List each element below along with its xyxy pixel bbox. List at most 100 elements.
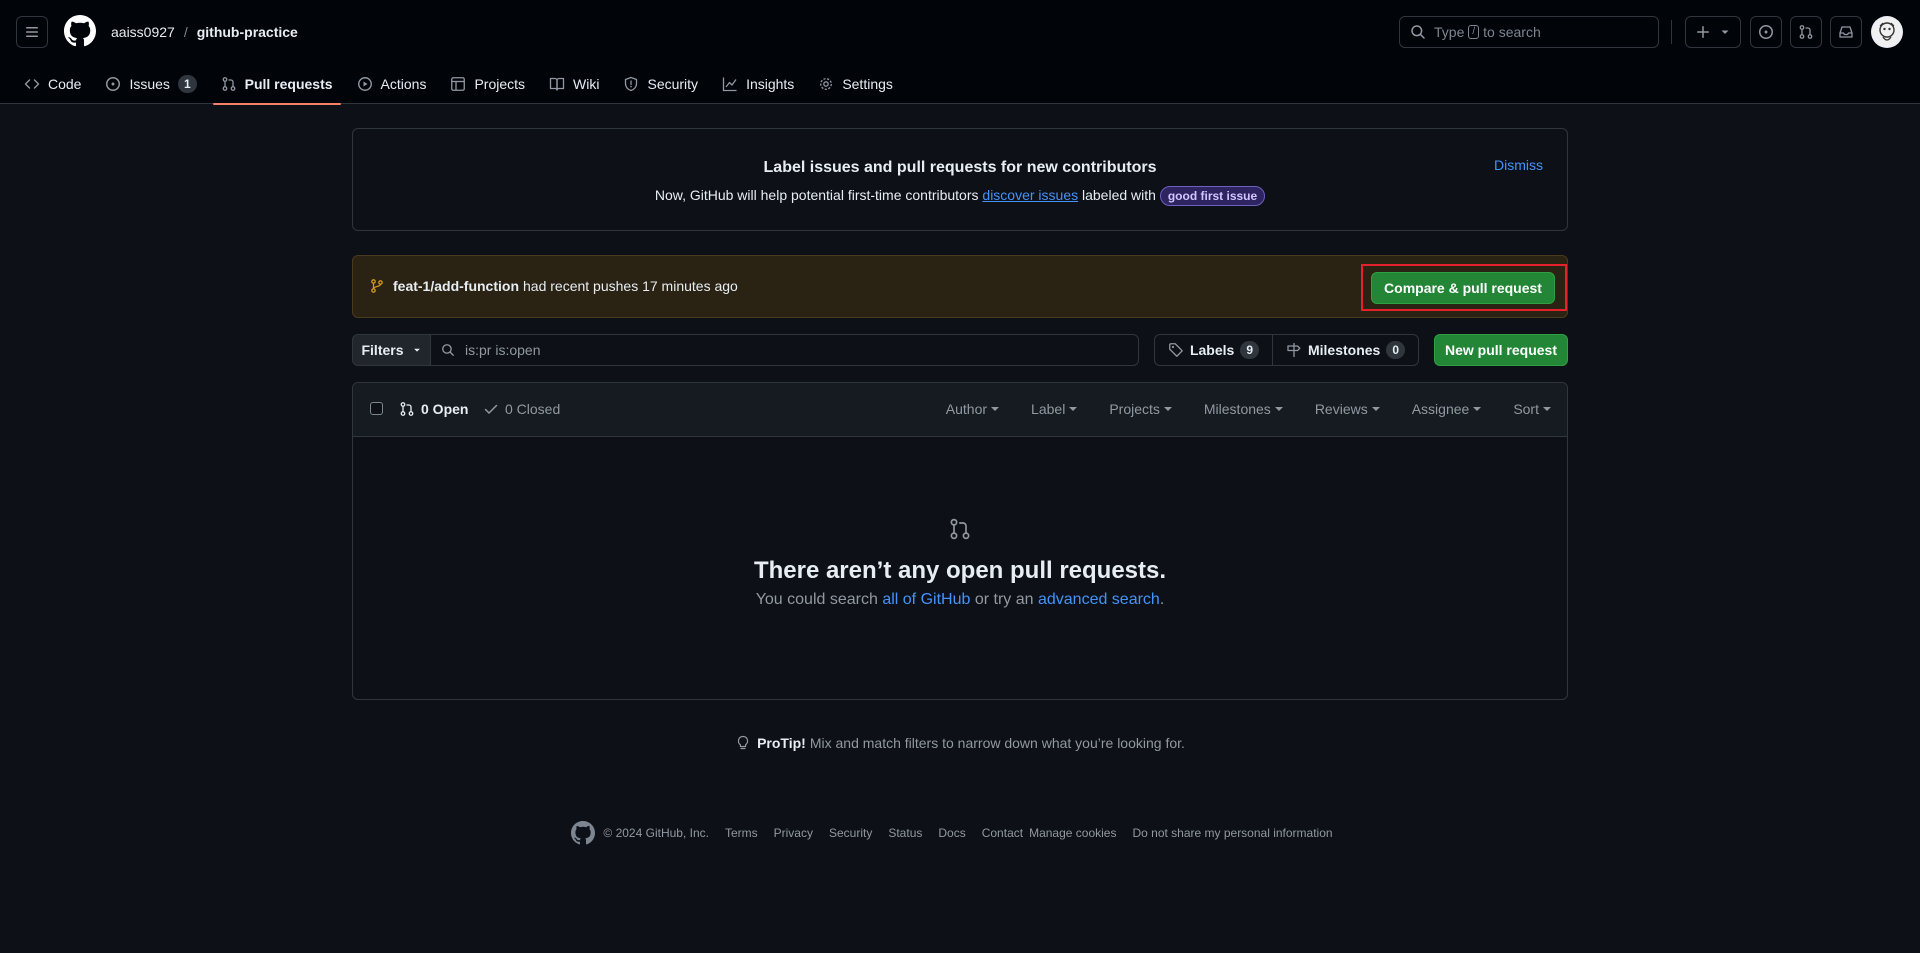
select-all-checkbox[interactable] xyxy=(370,402,383,415)
reviews-dropdown[interactable]: Reviews xyxy=(1315,401,1380,417)
tab-pull-requests[interactable]: Pull requests xyxy=(212,64,341,105)
new-pull-request-button[interactable]: New pull request xyxy=(1434,334,1568,366)
breadcrumb-repo-link[interactable]: github-practice xyxy=(197,24,298,40)
footer-link-manage-cookies[interactable]: Manage cookies xyxy=(1029,826,1116,840)
empty-state-subtitle: You could search all of GitHub or try an… xyxy=(353,591,1567,609)
labels-button[interactable]: Labels 9 xyxy=(1155,335,1273,365)
search-shortcut-key: / xyxy=(1468,25,1480,39)
global-header: aaiss0927 / github-practice Type / to se… xyxy=(0,0,1920,105)
good-first-issue-label[interactable]: good first issue xyxy=(1159,186,1266,206)
footer-link-terms[interactable]: Terms xyxy=(725,826,758,840)
projects-dropdown[interactable]: Projects xyxy=(1109,401,1172,417)
tab-issues[interactable]: Issues 1 xyxy=(97,64,204,104)
issues-count-badge: 1 xyxy=(177,75,197,93)
github-logo-icon[interactable] xyxy=(571,821,596,845)
tab-projects-label: Projects xyxy=(474,76,526,92)
footer-copyright: © 2024 GitHub, Inc. xyxy=(603,826,709,840)
footer-link-docs[interactable]: Docs xyxy=(938,826,965,840)
label-dropdown-label: Label xyxy=(1031,401,1066,417)
assignee-dropdown-label: Assignee xyxy=(1411,401,1470,417)
graph-icon xyxy=(722,77,737,92)
tab-insights[interactable]: Insights xyxy=(714,64,802,104)
git-branch-icon xyxy=(371,279,383,293)
light-bulb-icon xyxy=(737,735,749,750)
banner-title: Label issues and pull requests for new c… xyxy=(763,159,1157,176)
filters-label: Filters xyxy=(361,342,404,358)
git-pull-request-icon xyxy=(222,77,236,91)
user-avatar[interactable] xyxy=(1871,16,1903,48)
tab-projects[interactable]: Projects xyxy=(442,64,533,104)
avatar-image-icon xyxy=(1872,17,1902,47)
filters-dropdown-button[interactable]: Filters xyxy=(352,334,431,366)
caret-down-icon xyxy=(1473,407,1482,411)
tab-pull-requests-label: Pull requests xyxy=(244,76,333,92)
footer-link-status[interactable]: Status xyxy=(888,826,922,840)
hamburger-menu-button[interactable] xyxy=(16,16,48,48)
footer-link-security[interactable]: Security xyxy=(829,826,872,840)
issue-opened-icon xyxy=(106,77,121,91)
table-icon xyxy=(451,77,466,91)
tab-code[interactable]: Code xyxy=(16,64,89,104)
issues-shortcut-button[interactable] xyxy=(1750,16,1782,48)
tab-wiki[interactable]: Wiki xyxy=(541,64,607,104)
filter-search-input[interactable]: is:pr is:open xyxy=(430,334,1139,366)
chevron-down-icon xyxy=(413,348,420,352)
breadcrumb-owner-link[interactable]: aaiss0927 xyxy=(111,24,175,40)
plus-icon xyxy=(1697,26,1709,38)
labels-count: 9 xyxy=(1240,341,1260,359)
caret-down-icon xyxy=(1371,407,1380,411)
footer-link-privacy[interactable]: Privacy xyxy=(774,826,813,840)
sort-dropdown[interactable]: Sort xyxy=(1513,401,1551,417)
author-dropdown-label: Author xyxy=(945,401,988,417)
pull-requests-shortcut-button[interactable] xyxy=(1790,16,1822,48)
book-icon xyxy=(549,77,565,91)
recent-push-text: feat-1/add-function had recent pushes 17… xyxy=(369,278,738,294)
repo-nav: Code Issues 1 Pull requests Actions Proj… xyxy=(16,64,909,105)
tag-icon xyxy=(1169,343,1183,357)
play-icon xyxy=(357,77,372,91)
discover-issues-link[interactable]: discover issues xyxy=(982,187,1078,203)
all-of-github-link[interactable]: all of GitHub xyxy=(882,591,970,608)
labels-label: Labels xyxy=(1189,342,1235,358)
header-divider xyxy=(1671,20,1672,44)
github-logo-icon[interactable] xyxy=(64,15,96,47)
closed-count-label: 0 Closed xyxy=(505,401,561,417)
inbox-button[interactable] xyxy=(1830,16,1862,48)
label-dropdown[interactable]: Label xyxy=(1031,401,1078,417)
compare-pull-request-button[interactable]: Compare & pull request xyxy=(1371,272,1555,304)
caret-down-icon xyxy=(991,407,1000,411)
milestones-count: 0 xyxy=(1386,341,1406,359)
git-pull-request-icon xyxy=(950,518,970,540)
push-message: had recent pushes 17 minutes ago xyxy=(523,278,738,294)
shield-icon xyxy=(625,76,638,92)
open-filter-link[interactable]: 0 Open xyxy=(399,401,468,417)
author-dropdown[interactable]: Author xyxy=(945,401,1000,417)
global-search-input[interactable]: Type / to search xyxy=(1399,16,1659,48)
milestone-icon xyxy=(1287,342,1301,358)
banner-body: Now, GitHub will help potential first-ti… xyxy=(353,186,1567,206)
footer-link-do-not-share[interactable]: Do not share my personal information xyxy=(1132,826,1332,840)
check-icon xyxy=(484,404,498,414)
banner-body-mid: labeled with xyxy=(1082,187,1156,203)
tab-insights-label: Insights xyxy=(746,76,795,92)
search-icon xyxy=(1411,25,1425,39)
protip: ProTip! Mix and match filters to narrow … xyxy=(352,735,1568,751)
filter-query-text: is:pr is:open xyxy=(465,342,541,358)
caret-down-icon xyxy=(1274,407,1283,411)
pushed-branch-name[interactable]: feat-1/add-function xyxy=(393,278,519,294)
milestones-button[interactable]: Milestones 0 xyxy=(1273,335,1418,365)
milestones-dropdown[interactable]: Milestones xyxy=(1204,401,1283,417)
footer-link-contact[interactable]: Contact xyxy=(982,826,1023,840)
create-new-button[interactable] xyxy=(1685,16,1741,48)
advanced-search-link[interactable]: advanced search xyxy=(1038,591,1160,608)
caret-down-icon xyxy=(1069,407,1078,411)
tab-actions[interactable]: Actions xyxy=(349,64,435,104)
tab-settings[interactable]: Settings xyxy=(810,64,901,104)
tab-security[interactable]: Security xyxy=(615,64,706,104)
header-top-row: aaiss0927 / github-practice Type / to se… xyxy=(0,0,1920,64)
assignee-dropdown[interactable]: Assignee xyxy=(1412,401,1482,417)
closed-filter-link[interactable]: 0 Closed xyxy=(483,401,560,417)
dismiss-button[interactable]: Dismiss xyxy=(1494,157,1543,173)
caret-down-icon xyxy=(1163,407,1172,411)
tab-settings-label: Settings xyxy=(842,76,893,92)
